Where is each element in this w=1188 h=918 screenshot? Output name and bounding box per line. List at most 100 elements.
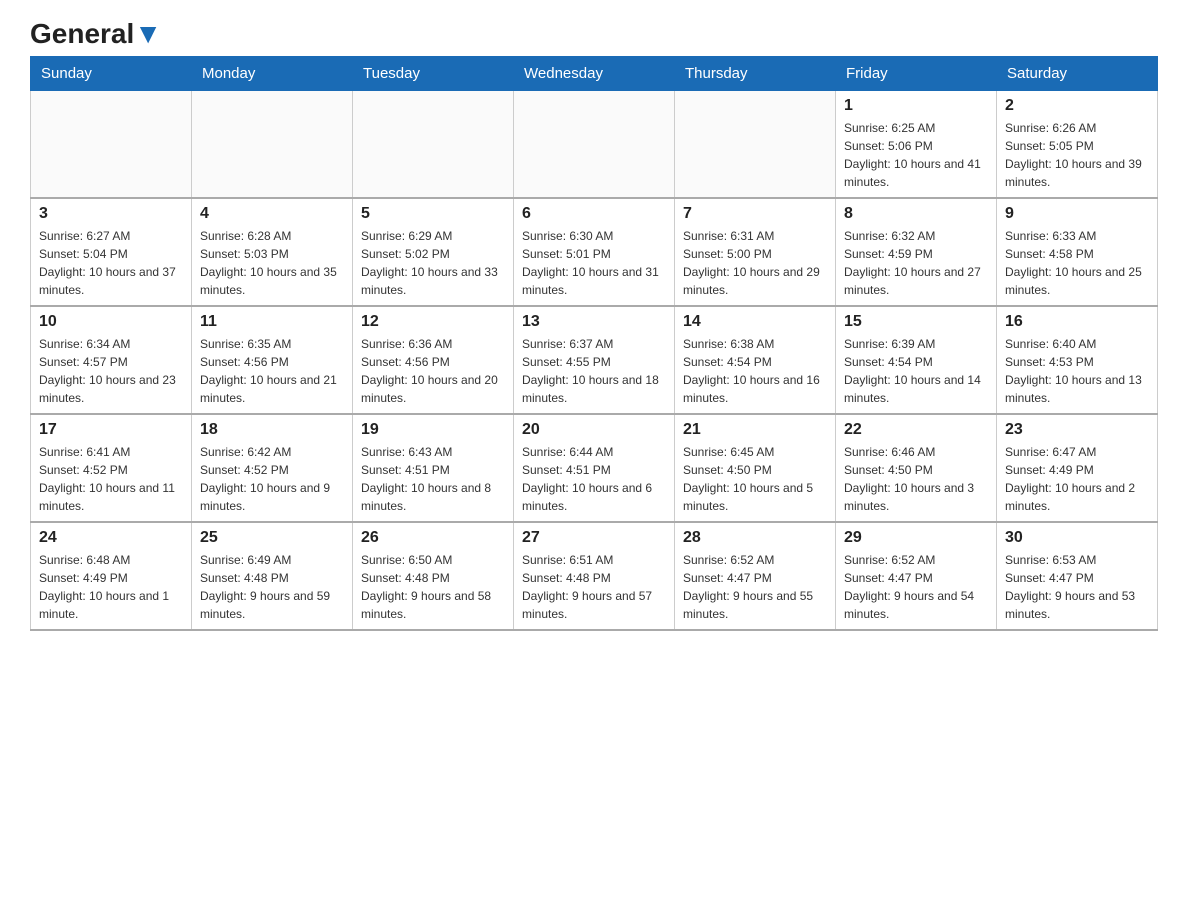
day-info: Sunrise: 6:28 AM Sunset: 5:03 PM Dayligh… <box>200 227 344 299</box>
day-number: 1 <box>844 97 988 115</box>
day-info: Sunrise: 6:46 AM Sunset: 4:50 PM Dayligh… <box>844 443 988 515</box>
calendar-week-row: 1 Sunrise: 6:25 AM Sunset: 5:06 PM Daylig… <box>31 91 1158 199</box>
weekday-header-saturday: Saturday <box>997 57 1158 91</box>
day-info: Sunrise: 6:40 AM Sunset: 4:53 PM Dayligh… <box>1005 335 1149 407</box>
day-number: 28 <box>683 529 827 547</box>
calendar-cell: 21 Sunrise: 6:45 AM Sunset: 4:50 PM Dayli… <box>675 414 836 522</box>
day-number: 24 <box>39 529 183 547</box>
day-number: 8 <box>844 205 988 223</box>
day-info: Sunrise: 6:42 AM Sunset: 4:52 PM Dayligh… <box>200 443 344 515</box>
day-number: 21 <box>683 421 827 439</box>
page-header: General▼ <box>30 20 1158 46</box>
calendar-cell: 24 Sunrise: 6:48 AM Sunset: 4:49 PM Dayli… <box>31 522 192 630</box>
day-number: 15 <box>844 313 988 331</box>
calendar-cell <box>675 91 836 199</box>
weekday-header-sunday: Sunday <box>31 57 192 91</box>
day-info: Sunrise: 6:32 AM Sunset: 4:59 PM Dayligh… <box>844 227 988 299</box>
calendar-cell: 30 Sunrise: 6:53 AM Sunset: 4:47 PM Dayli… <box>997 522 1158 630</box>
calendar-cell <box>514 91 675 199</box>
day-info: Sunrise: 6:29 AM Sunset: 5:02 PM Dayligh… <box>361 227 505 299</box>
calendar-cell: 27 Sunrise: 6:51 AM Sunset: 4:48 PM Dayli… <box>514 522 675 630</box>
calendar-week-row: 17Sunrise: 6:41 AM Sunset: 4:52 PM Dayli… <box>31 414 1158 522</box>
day-info: Sunrise: 6:51 AM Sunset: 4:48 PM Dayligh… <box>522 551 666 623</box>
day-number: 23 <box>1005 421 1149 439</box>
calendar-cell: 10 Sunrise: 6:34 AM Sunset: 4:57 PM Dayli… <box>31 306 192 414</box>
day-number: 26 <box>361 529 505 547</box>
day-number: 18 <box>200 421 344 439</box>
weekday-header-row: SundayMondayTuesdayWednesdayThursdayFrid… <box>31 57 1158 91</box>
calendar-cell: 7 Sunrise: 6:31 AM Sunset: 5:00 PM Daylig… <box>675 198 836 306</box>
day-number: 22 <box>844 421 988 439</box>
day-info: Sunrise: 6:52 AM Sunset: 4:47 PM Dayligh… <box>683 551 827 623</box>
day-info: Sunrise: 6:50 AM Sunset: 4:48 PM Dayligh… <box>361 551 505 623</box>
calendar-cell: 22 Sunrise: 6:46 AM Sunset: 4:50 PM Dayli… <box>836 414 997 522</box>
day-info: Sunrise: 6:47 AM Sunset: 4:49 PM Dayligh… <box>1005 443 1149 515</box>
calendar-cell: 29 Sunrise: 6:52 AM Sunset: 4:47 PM Dayli… <box>836 522 997 630</box>
calendar-cell: 18 Sunrise: 6:42 AM Sunset: 4:52 PM Dayli… <box>192 414 353 522</box>
day-number: 30 <box>1005 529 1149 547</box>
calendar-cell: 16 Sunrise: 6:40 AM Sunset: 4:53 PM Dayli… <box>997 306 1158 414</box>
day-number: 3 <box>39 205 183 223</box>
day-number: 7 <box>683 205 827 223</box>
calendar-cell: 4 Sunrise: 6:28 AM Sunset: 5:03 PM Daylig… <box>192 198 353 306</box>
weekday-header-wednesday: Wednesday <box>514 57 675 91</box>
day-info: Sunrise: 6:43 AM Sunset: 4:51 PM Dayligh… <box>361 443 505 515</box>
day-number: 2 <box>1005 97 1149 115</box>
day-number: 4 <box>200 205 344 223</box>
day-number: 27 <box>522 529 666 547</box>
calendar-cell: 28 Sunrise: 6:52 AM Sunset: 4:47 PM Dayli… <box>675 522 836 630</box>
calendar-table: SundayMondayTuesdayWednesdayThursdayFrid… <box>30 56 1158 631</box>
logo-triangle-icon: ▼ <box>134 18 162 49</box>
day-info: Sunrise: 6:38 AM Sunset: 4:54 PM Dayligh… <box>683 335 827 407</box>
calendar-cell: 13 Sunrise: 6:37 AM Sunset: 4:55 PM Dayli… <box>514 306 675 414</box>
day-number: 6 <box>522 205 666 223</box>
calendar-cell: 2 Sunrise: 6:26 AM Sunset: 5:05 PM Daylig… <box>997 91 1158 199</box>
day-number: 10 <box>39 313 183 331</box>
calendar-cell <box>192 91 353 199</box>
calendar-cell: 14 Sunrise: 6:38 AM Sunset: 4:54 PM Dayli… <box>675 306 836 414</box>
day-number: 29 <box>844 529 988 547</box>
day-number: 11 <box>200 313 344 331</box>
day-number: 9 <box>1005 205 1149 223</box>
weekday-header-thursday: Thursday <box>675 57 836 91</box>
calendar-cell: 1 Sunrise: 6:25 AM Sunset: 5:06 PM Daylig… <box>836 91 997 199</box>
day-info: Sunrise: 6:53 AM Sunset: 4:47 PM Dayligh… <box>1005 551 1149 623</box>
day-number: 20 <box>522 421 666 439</box>
weekday-header-monday: Monday <box>192 57 353 91</box>
day-number: 12 <box>361 313 505 331</box>
calendar-cell: 17Sunrise: 6:41 AM Sunset: 4:52 PM Dayli… <box>31 414 192 522</box>
day-number: 5 <box>361 205 505 223</box>
day-number: 25 <box>200 529 344 547</box>
day-info: Sunrise: 6:27 AM Sunset: 5:04 PM Dayligh… <box>39 227 183 299</box>
day-info: Sunrise: 6:49 AM Sunset: 4:48 PM Dayligh… <box>200 551 344 623</box>
day-info: Sunrise: 6:26 AM Sunset: 5:05 PM Dayligh… <box>1005 119 1149 191</box>
calendar-cell: 19Sunrise: 6:43 AM Sunset: 4:51 PM Dayli… <box>353 414 514 522</box>
day-info: Sunrise: 6:31 AM Sunset: 5:00 PM Dayligh… <box>683 227 827 299</box>
day-number: 14 <box>683 313 827 331</box>
calendar-week-row: 3 Sunrise: 6:27 AM Sunset: 5:04 PM Daylig… <box>31 198 1158 306</box>
day-number: 13 <box>522 313 666 331</box>
day-info: Sunrise: 6:52 AM Sunset: 4:47 PM Dayligh… <box>844 551 988 623</box>
logo-text: General▼ <box>30 20 162 48</box>
calendar-cell: 9Sunrise: 6:33 AM Sunset: 4:58 PM Daylig… <box>997 198 1158 306</box>
calendar-week-row: 10 Sunrise: 6:34 AM Sunset: 4:57 PM Dayli… <box>31 306 1158 414</box>
calendar-cell: 12Sunrise: 6:36 AM Sunset: 4:56 PM Dayli… <box>353 306 514 414</box>
day-number: 17 <box>39 421 183 439</box>
calendar-cell <box>353 91 514 199</box>
day-info: Sunrise: 6:25 AM Sunset: 5:06 PM Dayligh… <box>844 119 988 191</box>
day-number: 16 <box>1005 313 1149 331</box>
day-info: Sunrise: 6:48 AM Sunset: 4:49 PM Dayligh… <box>39 551 183 623</box>
calendar-cell: 5 Sunrise: 6:29 AM Sunset: 5:02 PM Daylig… <box>353 198 514 306</box>
day-info: Sunrise: 6:37 AM Sunset: 4:55 PM Dayligh… <box>522 335 666 407</box>
calendar-cell: 3 Sunrise: 6:27 AM Sunset: 5:04 PM Daylig… <box>31 198 192 306</box>
calendar-cell: 26 Sunrise: 6:50 AM Sunset: 4:48 PM Dayli… <box>353 522 514 630</box>
calendar-cell <box>31 91 192 199</box>
calendar-cell: 6Sunrise: 6:30 AM Sunset: 5:01 PM Daylig… <box>514 198 675 306</box>
day-info: Sunrise: 6:39 AM Sunset: 4:54 PM Dayligh… <box>844 335 988 407</box>
calendar-cell: 15 Sunrise: 6:39 AM Sunset: 4:54 PM Dayli… <box>836 306 997 414</box>
day-info: Sunrise: 6:34 AM Sunset: 4:57 PM Dayligh… <box>39 335 183 407</box>
day-info: Sunrise: 6:35 AM Sunset: 4:56 PM Dayligh… <box>200 335 344 407</box>
day-info: Sunrise: 6:45 AM Sunset: 4:50 PM Dayligh… <box>683 443 827 515</box>
calendar-cell: 23 Sunrise: 6:47 AM Sunset: 4:49 PM Dayli… <box>997 414 1158 522</box>
weekday-header-tuesday: Tuesday <box>353 57 514 91</box>
